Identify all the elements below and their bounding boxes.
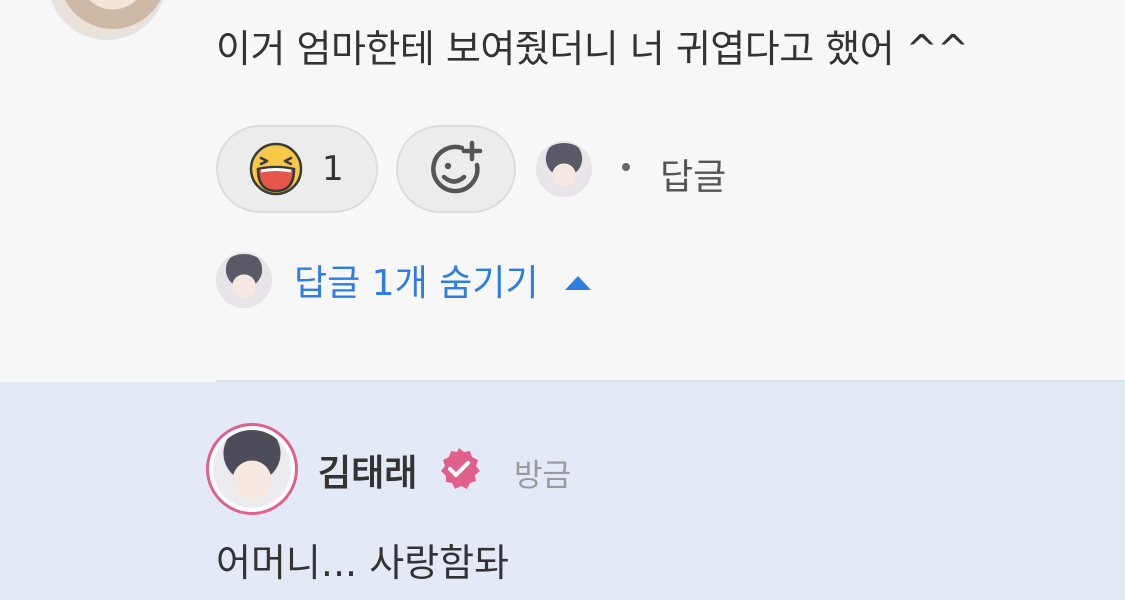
replier-avatar — [216, 252, 272, 308]
laughing-emoji-icon — [249, 142, 303, 196]
chevron-up-icon — [564, 276, 591, 290]
reply-author-avatar[interactable] — [206, 423, 298, 515]
separator-dot — [622, 163, 630, 171]
reply-timestamp: 방금 — [514, 458, 572, 494]
reactor-avatar[interactable] — [536, 141, 592, 197]
reaction-count: 1 — [322, 149, 344, 189]
divider — [216, 380, 1125, 382]
reply-text: 어머니... 사랑함돠 — [216, 541, 510, 585]
reply-author-name[interactable]: 김태래 — [318, 444, 417, 496]
reply-button[interactable]: 답글 — [660, 148, 726, 200]
commenter-avatar[interactable] — [48, 0, 166, 40]
hide-replies-toggle[interactable]: 답글 1개 숨기기 — [216, 252, 591, 308]
verified-badge-icon — [441, 448, 480, 489]
laugh-reaction-button[interactable]: 1 — [216, 125, 378, 213]
add-reaction-button[interactable] — [396, 125, 516, 213]
comment-text: 이거 엄마한테 보여줬더니 너 귀엽다고 했어 ^^ — [216, 27, 969, 71]
hide-replies-label: 답글 1개 숨기기 — [294, 263, 539, 304]
add-emoji-icon — [431, 140, 483, 194]
